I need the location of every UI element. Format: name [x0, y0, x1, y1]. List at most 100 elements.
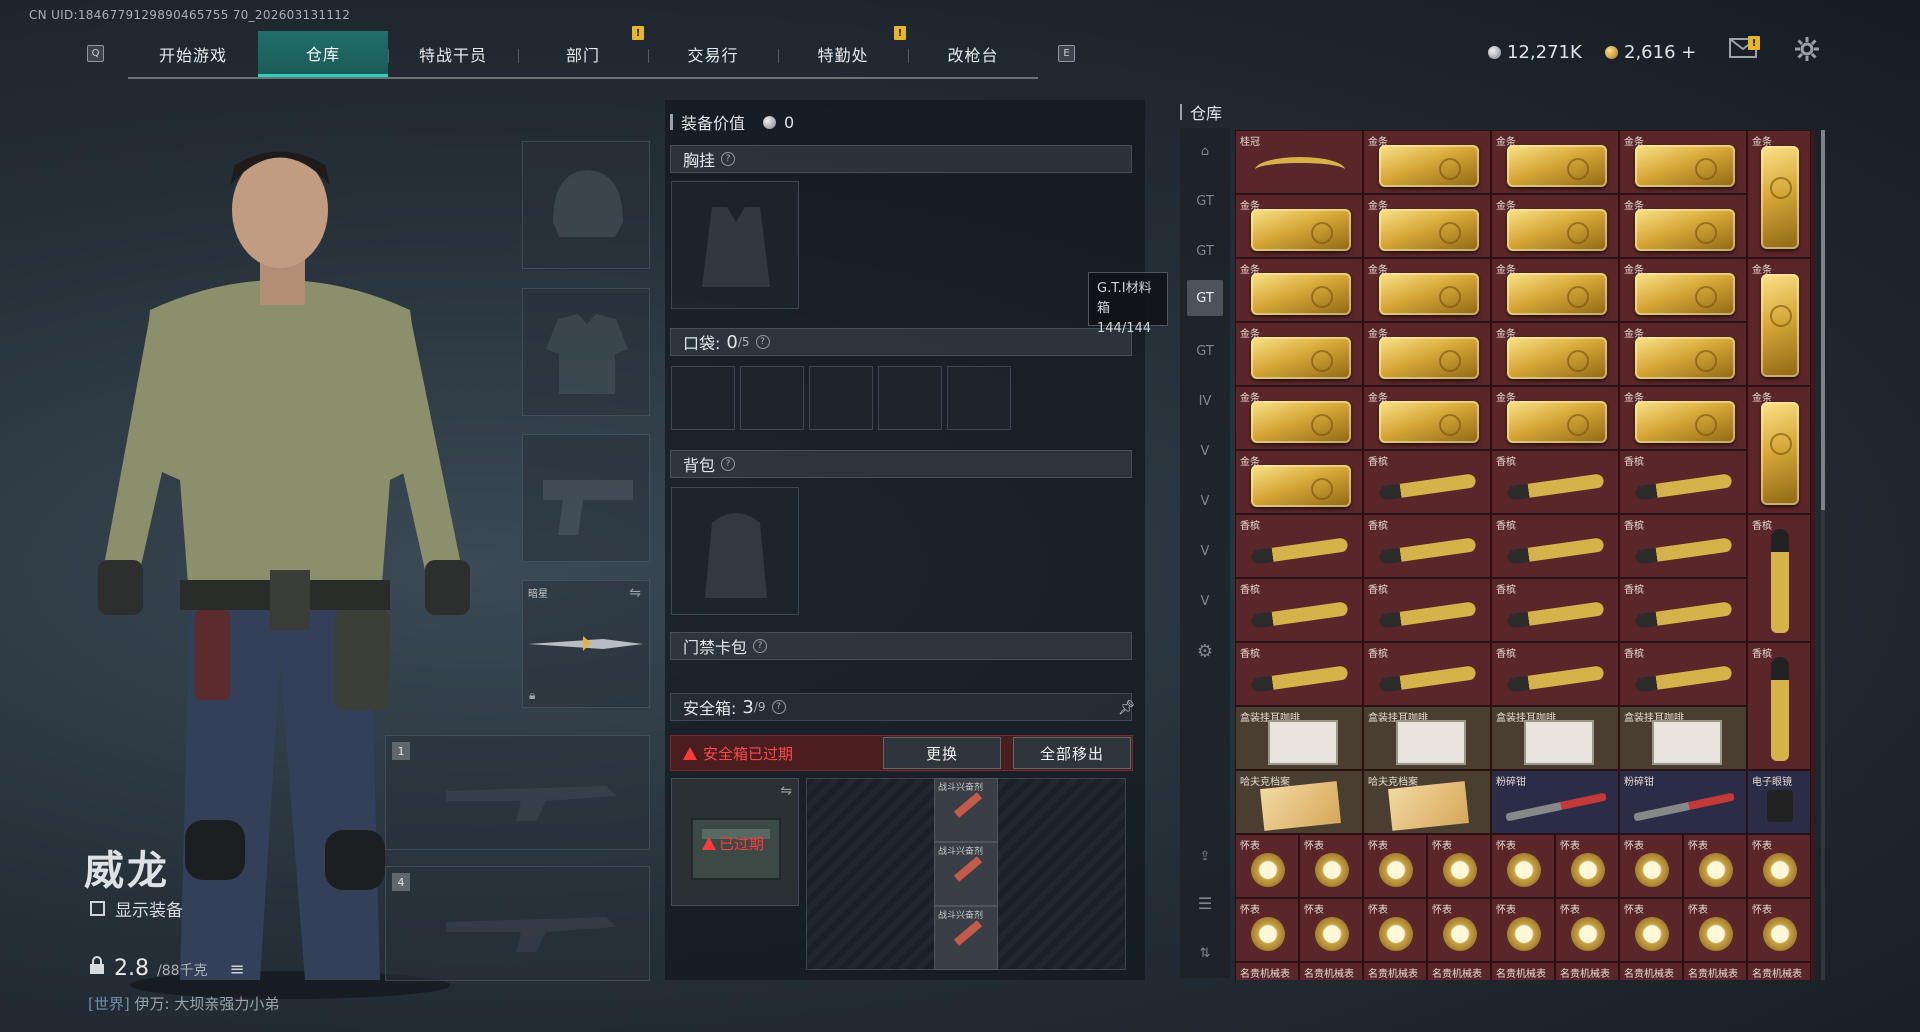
warehouse-tab-iv-icon[interactable]: IV: [1187, 383, 1223, 419]
warehouse-item-watch[interactable]: 名贵机械表: [1299, 962, 1363, 980]
tab-start-game[interactable]: 开始游戏: [128, 31, 258, 77]
warehouse-item-archive[interactable]: 哈夫克档案: [1363, 770, 1491, 834]
tab-warehouse[interactable]: 仓库: [258, 31, 388, 77]
backpack-slot[interactable]: [671, 487, 799, 615]
warehouse-item-watch[interactable]: 怀表: [1299, 834, 1363, 898]
warehouse-item-watch[interactable]: 怀表: [1363, 834, 1427, 898]
warehouse-item-gold-bar[interactable]: 金条: [1235, 322, 1363, 386]
gear-icon[interactable]: [1794, 36, 1820, 68]
warehouse-tab-v4-icon[interactable]: V: [1187, 583, 1223, 619]
remove-all-button[interactable]: 全部移出: [1013, 737, 1131, 769]
warehouse-item-watch[interactable]: 怀表: [1619, 898, 1683, 962]
warehouse-item-watch[interactable]: 怀表: [1555, 834, 1619, 898]
tab-operators[interactable]: 特战干员: [388, 31, 518, 77]
warehouse-tab-gti-material-icon[interactable]: GT: [1187, 280, 1223, 316]
warehouse-item-watch[interactable]: 名贵机械表: [1747, 962, 1811, 980]
warehouse-item-champagne[interactable]: 香槟: [1747, 642, 1811, 770]
warehouse-item-champagne[interactable]: 香槟: [1235, 642, 1363, 706]
warehouse-upload-icon[interactable]: ⇪: [1187, 838, 1223, 874]
warehouse-item-watch[interactable]: 怀表: [1747, 834, 1811, 898]
pocket-slot[interactable]: [878, 366, 942, 430]
nav-next-key[interactable]: E: [1058, 45, 1075, 62]
swap-icon[interactable]: ⇋: [629, 585, 641, 601]
warehouse-item-coffee-box[interactable]: 盒装挂耳咖啡: [1235, 706, 1363, 770]
warehouse-item-watch[interactable]: 怀表: [1619, 834, 1683, 898]
show-equipment-checkbox[interactable]: [90, 901, 105, 916]
help-icon[interactable]: ?: [721, 152, 736, 166]
warehouse-item-champagne[interactable]: 香槟: [1747, 514, 1811, 642]
warehouse-item-watch[interactable]: 怀表: [1427, 898, 1491, 962]
warehouse-item-gold-bar[interactable]: 金条: [1491, 130, 1619, 194]
warehouse-item-watch[interactable]: 名贵机械表: [1427, 962, 1491, 980]
pin-icon[interactable]: 📌︎: [1118, 700, 1136, 716]
warehouse-item-watch[interactable]: 怀表: [1235, 898, 1299, 962]
warehouse-item-watch[interactable]: 怀表: [1683, 898, 1747, 962]
help-icon[interactable]: ?: [771, 700, 786, 714]
swap-icon[interactable]: ⇋: [780, 783, 792, 799]
warehouse-all-icon[interactable]: ⌂: [1187, 133, 1223, 169]
warehouse-item-gold-bar[interactable]: 金条: [1619, 130, 1747, 194]
world-chat-line[interactable]: [世界] 伊万: 大坝亲强力小弟: [88, 993, 279, 1014]
warehouse-item-champagne[interactable]: 香槟: [1363, 450, 1491, 514]
warehouse-item-champagne[interactable]: 香槟: [1235, 578, 1363, 642]
warehouse-tab-gti-3-icon[interactable]: GT: [1187, 333, 1223, 369]
primary-weapon-slot-2[interactable]: 4: [385, 866, 650, 981]
warehouse-item-gold-bar[interactable]: 金条: [1491, 386, 1619, 450]
pocket-slot[interactable]: [809, 366, 873, 430]
warehouse-item-watch[interactable]: 怀表: [1555, 898, 1619, 962]
help-icon[interactable]: ?: [753, 639, 768, 653]
warehouse-item-champagne[interactable]: 香槟: [1619, 450, 1747, 514]
warehouse-item-champagne[interactable]: 香槟: [1363, 578, 1491, 642]
armor-slot[interactable]: [522, 288, 650, 416]
safe-item[interactable]: 战斗兴奋剂: [934, 778, 998, 842]
show-equipment-toggle[interactable]: 显示装备: [90, 896, 183, 921]
warehouse-layers-icon[interactable]: ☰: [1187, 885, 1223, 921]
warehouse-item-gold-bar[interactable]: 金条: [1363, 194, 1491, 258]
warehouse-item-pliers[interactable]: 粉碎钳: [1619, 770, 1747, 834]
warehouse-item-champagne[interactable]: 香槟: [1619, 578, 1747, 642]
warehouse-item-gold-bar[interactable]: 金条: [1747, 130, 1811, 258]
safe-item[interactable]: 战斗兴奋剂: [934, 906, 998, 970]
warehouse-item-gold-bar[interactable]: 金条: [1235, 386, 1363, 450]
warehouse-item-champagne[interactable]: 香槟: [1363, 642, 1491, 706]
warehouse-item-watch[interactable]: 怀表: [1683, 834, 1747, 898]
warehouse-item-watch[interactable]: 怀表: [1427, 834, 1491, 898]
warehouse-item-e-glasses[interactable]: 电子眼镜: [1747, 770, 1811, 834]
warehouse-item-coffee-box[interactable]: 盒装挂耳咖啡: [1491, 706, 1619, 770]
warehouse-item-gold-bar[interactable]: 金条: [1235, 450, 1363, 514]
warehouse-item-watch[interactable]: 怀表: [1299, 898, 1363, 962]
warehouse-item-gold-bar[interactable]: 金条: [1235, 258, 1363, 322]
warehouse-item-champagne[interactable]: 香槟: [1619, 642, 1747, 706]
pistol-slot[interactable]: [522, 434, 650, 562]
warehouse-item-watch[interactable]: 怀表: [1491, 898, 1555, 962]
safe-item[interactable]: 战斗兴奋剂: [934, 842, 998, 906]
tab-gunsmith[interactable]: 改枪台: [908, 31, 1038, 77]
warehouse-item-watch[interactable]: 怀表: [1235, 834, 1299, 898]
help-icon[interactable]: ?: [755, 335, 770, 349]
warehouse-item-watch[interactable]: 名贵机械表: [1555, 962, 1619, 980]
warehouse-item-gold-bar[interactable]: 金条: [1363, 386, 1491, 450]
warehouse-item-watch[interactable]: 名贵机械表: [1363, 962, 1427, 980]
warehouse-item-champagne[interactable]: 香槟: [1491, 578, 1619, 642]
warehouse-item-champagne[interactable]: 香槟: [1491, 514, 1619, 578]
warehouse-item-watch[interactable]: 怀表: [1363, 898, 1427, 962]
warehouse-tab-gti-1-icon[interactable]: GT: [1187, 183, 1223, 219]
warehouse-item-watch[interactable]: 名贵机械表: [1683, 962, 1747, 980]
warehouse-item-gold-bar[interactable]: 金条: [1747, 386, 1811, 514]
nav-prev-key[interactable]: Q: [87, 45, 104, 62]
warehouse-item-champagne[interactable]: 香槟: [1363, 514, 1491, 578]
gold-currency[interactable]: 2,616 +: [1605, 42, 1696, 63]
warehouse-item-coffee-box[interactable]: 盒装挂耳咖啡: [1619, 706, 1747, 770]
tab-department[interactable]: 部门: [518, 31, 648, 77]
warehouse-item-watch[interactable]: 名贵机械表: [1491, 962, 1555, 980]
warehouse-item-gold-bar[interactable]: 金条: [1619, 194, 1747, 258]
tab-trade[interactable]: 交易行: [648, 31, 778, 77]
help-icon[interactable]: ?: [721, 457, 736, 471]
warehouse-item-champagne[interactable]: 香槟: [1491, 642, 1619, 706]
warehouse-item-tiara[interactable]: 桂冠: [1235, 130, 1363, 194]
primary-weapon-slot-1[interactable]: 1: [385, 735, 650, 850]
melee-slot[interactable]: 暗星 ⇋ 🔒︎: [522, 580, 650, 708]
warehouse-item-champagne[interactable]: 香槟: [1619, 514, 1747, 578]
warehouse-item-gold-bar[interactable]: 金条: [1619, 322, 1747, 386]
warehouse-item-gold-bar[interactable]: 金条: [1619, 258, 1747, 322]
